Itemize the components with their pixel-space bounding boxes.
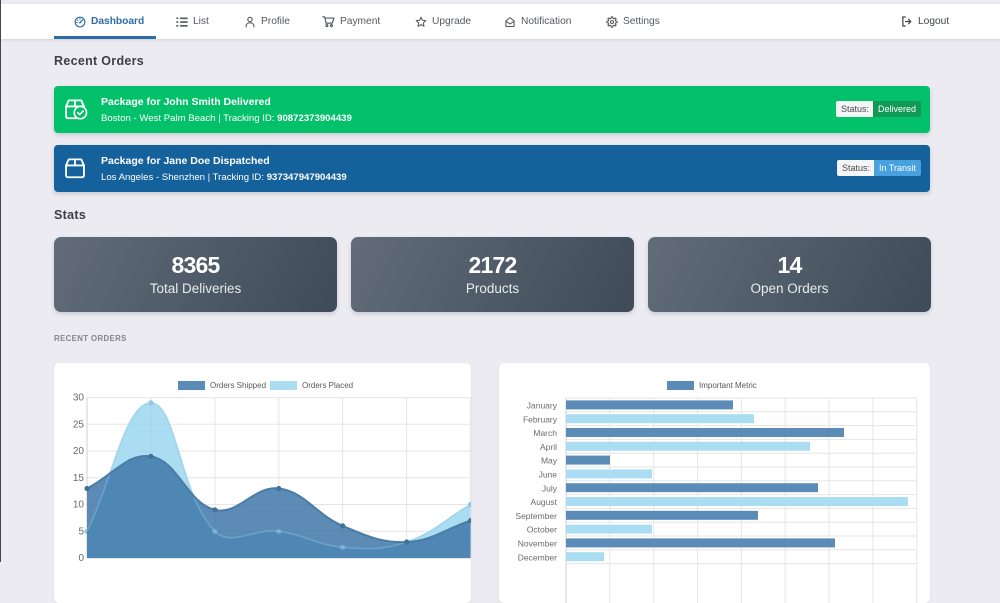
svg-text:0: 0: [78, 553, 84, 564]
svg-text:April: April: [540, 442, 557, 452]
svg-text:September: September: [515, 511, 557, 521]
svg-text:July: July: [542, 483, 558, 493]
svg-text:June: June: [539, 470, 558, 480]
svg-text:30: 30: [73, 393, 85, 404]
svg-text:February: February: [523, 414, 558, 424]
svg-text:August: August: [531, 497, 558, 507]
svg-text:10: 10: [73, 500, 85, 511]
svg-text:5: 5: [78, 526, 84, 537]
svg-text:20: 20: [73, 446, 85, 457]
svg-text:December: December: [518, 552, 557, 562]
svg-text:May: May: [541, 456, 558, 466]
svg-text:15: 15: [73, 473, 85, 484]
svg-text:25: 25: [73, 419, 85, 430]
svg-text:October: October: [527, 525, 557, 535]
svg-text:March: March: [533, 428, 557, 438]
svg-text:January: January: [527, 401, 558, 411]
svg-text:November: November: [518, 539, 557, 549]
